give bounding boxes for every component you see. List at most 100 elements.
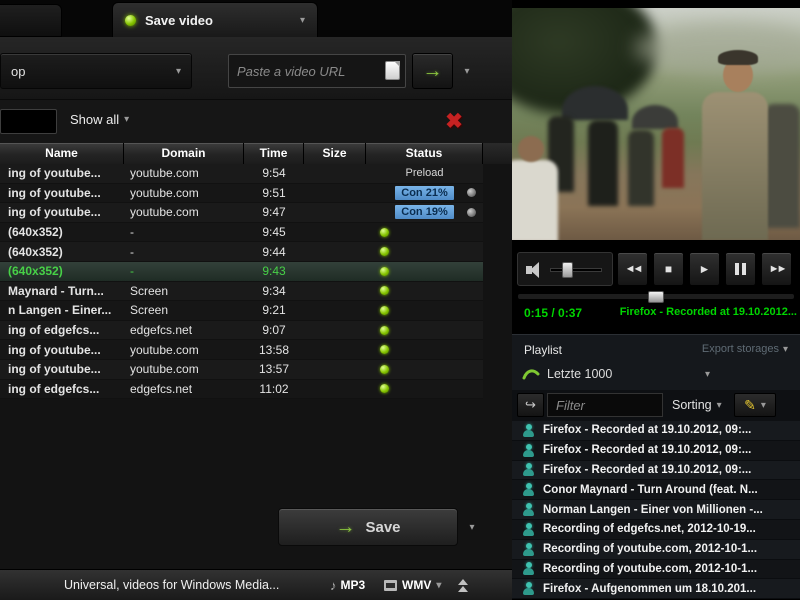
search-input[interactable] <box>0 109 57 134</box>
cell-size <box>304 282 366 301</box>
export-storages-button[interactable]: Export storages ▾ <box>702 343 788 355</box>
audio-format-button[interactable]: ♪ MP3 <box>330 578 365 593</box>
video-scene-figure <box>588 120 618 206</box>
cell-status: Preload <box>366 164 483 183</box>
cell-name: n Langen - Einer... <box>8 303 112 318</box>
playlist-item-label: Recording of youtube.com, 2012-10-1... <box>543 562 758 575</box>
playlist-item[interactable]: Firefox - Aufgenommen um 18.10.201... <box>512 579 800 600</box>
video-url-input[interactable] <box>228 54 406 88</box>
volume-control[interactable] <box>517 252 613 286</box>
download-row[interactable]: (640x352) - 9:45 <box>0 222 483 243</box>
cell-domain: youtube.com <box>130 205 199 220</box>
clear-list-button[interactable]: ✖ <box>438 106 470 136</box>
playlist-item[interactable]: Firefox - Recorded at 19.10.2012, 09:... <box>512 440 800 461</box>
cell-name: ing of youtube... <box>8 342 101 357</box>
show-all-dropdown[interactable]: Show all ▾ <box>70 112 129 127</box>
download-row[interactable]: ing of edgefcs... edgefcs.net 9:07 <box>0 320 483 341</box>
tab-save-video[interactable]: Save video ▾ <box>112 2 318 37</box>
video-format-dropdown[interactable]: WMV ▾ <box>384 578 441 592</box>
download-row[interactable]: ing of youtube... youtube.com 9:47 Con 19% <box>0 203 483 223</box>
cell-name: ing of youtube... <box>8 166 101 181</box>
pause-button[interactable] <box>725 252 756 286</box>
download-row[interactable]: ing of youtube... youtube.com 9:51 Con 21% <box>0 183 483 204</box>
download-row[interactable]: ing of youtube... youtube.com 13:58 <box>0 340 483 360</box>
playlist-selector[interactable]: Letzte 1000 ▾ <box>522 363 790 385</box>
playlist-filter-input[interactable] <box>547 393 663 417</box>
playlist-item[interactable]: Recording of youtube.com, 2012-10-1... <box>512 559 800 580</box>
edit-playlist-button[interactable]: ✎ ▾ <box>734 393 776 417</box>
volume-handle[interactable] <box>562 262 573 278</box>
cell-size <box>304 380 366 399</box>
sorting-dropdown[interactable]: Sorting ▾ <box>672 398 722 412</box>
video-scene-ridge <box>634 22 800 74</box>
video-scene-main-figure <box>702 92 768 240</box>
volume-track[interactable] <box>550 268 602 272</box>
rewind-icon: ◄◄ <box>624 263 644 275</box>
status-led-icon <box>380 345 389 355</box>
cell-status <box>366 223 483 242</box>
video-scene-figure <box>628 130 654 206</box>
playlist-item[interactable]: Recording of edgefcs.net, 2012-10-19... <box>512 519 800 540</box>
column-header-domain[interactable]: Domain <box>124 143 244 164</box>
save-options-dropdown[interactable]: ▾ <box>462 518 482 536</box>
conversion-profile-dropdown[interactable]: Universal, videos for Windows Media... <box>64 578 279 592</box>
cell-time: 13:58 <box>258 342 290 357</box>
download-row[interactable]: n Langen - Einer... Screen 9:21 <box>0 301 483 321</box>
chevron-up-icon <box>457 586 468 592</box>
playlist-item[interactable]: Firefox - Recorded at 19.10.2012, 09:... <box>512 421 800 441</box>
stop-button[interactable]: ■ <box>653 252 684 286</box>
playlist-item[interactable]: Recording of youtube.com, 2012-10-1... <box>512 539 800 560</box>
column-header-name[interactable]: Name <box>0 143 124 164</box>
media-item-icon <box>522 423 535 437</box>
playlist-item[interactable]: Conor Maynard - Turn Around (feat. N... <box>512 480 800 501</box>
cell-size <box>304 164 366 183</box>
column-header-status[interactable]: Status <box>366 143 483 164</box>
tab-bar: Save video ▾ <box>0 0 512 37</box>
destination-dropdown[interactable]: op ▾ <box>0 53 192 89</box>
download-row[interactable]: (640x352) - 9:44 <box>0 242 483 262</box>
download-row[interactable]: ing of youtube... youtube.com 13:57 <box>0 359 483 380</box>
collapse-panel-button[interactable] <box>449 573 476 598</box>
play-button[interactable]: ► <box>689 252 720 286</box>
save-button[interactable]: → Save <box>278 508 458 546</box>
cell-status <box>366 380 483 399</box>
column-header-time[interactable]: Time <box>244 143 304 164</box>
preview-icon[interactable] <box>467 207 476 217</box>
audio-format-label: MP3 <box>340 578 366 592</box>
paste-icon[interactable] <box>385 61 400 80</box>
table-header: Name Domain Time Size Status <box>0 143 483 164</box>
media-item-icon <box>522 463 535 477</box>
download-options-dropdown[interactable]: ▾ <box>456 61 478 81</box>
download-row[interactable]: Maynard - Turn... Screen 9:34 <box>0 281 483 302</box>
playlist-item[interactable]: Firefox - Recorded at 19.10.2012, 09:... <box>512 460 800 481</box>
cell-domain: edgefcs.net <box>130 381 193 396</box>
column-header-size[interactable]: Size <box>304 143 366 164</box>
playlist-item[interactable]: Norman Langen - Einer von Millionen -... <box>512 500 800 520</box>
cell-domain: youtube.com <box>130 166 199 181</box>
jump-to-current-button[interactable]: ↪ <box>517 393 544 417</box>
video-preview[interactable] <box>512 8 800 240</box>
status-led-icon <box>380 247 389 257</box>
tab-inactive[interactable] <box>0 4 62 37</box>
save-button-label: Save <box>365 518 401 536</box>
download-row[interactable]: ing of youtube... youtube.com 9:54 Preload <box>0 164 483 184</box>
media-item-icon <box>522 483 535 497</box>
playlist-item-label: Firefox - Recorded at 19.10.2012, 09:... <box>543 463 752 476</box>
seek-bar[interactable] <box>517 291 795 303</box>
preview-icon[interactable] <box>467 188 476 198</box>
download-row[interactable]: ing of edgefcs... edgefcs.net 11:02 <box>0 379 483 400</box>
start-download-button[interactable]: → <box>412 53 453 89</box>
jump-arrow-icon: ↪ <box>525 397 536 412</box>
download-row[interactable]: (640x352) - 9:43 <box>0 261 483 282</box>
video-format-label: WMV <box>402 578 432 592</box>
status-led-icon <box>380 384 389 394</box>
save-arrow-icon: → <box>335 516 356 538</box>
progress-handle[interactable] <box>648 291 664 303</box>
status-progress-badge: Con 19% <box>395 205 454 220</box>
app-window: Save video ▾ op ▾ → ▾ Show all <box>0 0 800 600</box>
chevron-up-icon <box>457 579 468 585</box>
cell-domain: edgefcs.net <box>130 323 193 338</box>
chevron-down-icon[interactable]: ▾ <box>300 15 305 26</box>
rewind-button[interactable]: ◄◄ <box>617 252 648 286</box>
forward-button[interactable]: ►► <box>761 252 792 286</box>
